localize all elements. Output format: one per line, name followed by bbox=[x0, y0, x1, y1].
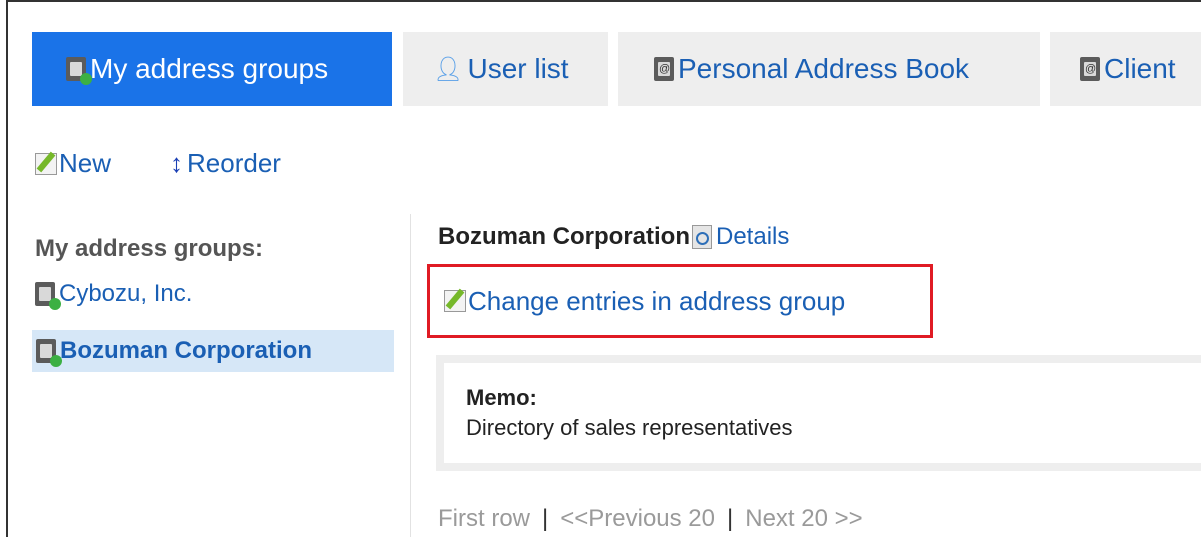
new-button[interactable]: New bbox=[35, 148, 111, 179]
sidebar-item-bozuman[interactable]: Bozuman Corporation bbox=[32, 330, 394, 372]
tab-label: Personal Address Book bbox=[678, 53, 970, 84]
change-entries-link[interactable]: Change entries in address group bbox=[427, 264, 933, 338]
memo-text: Directory of sales representatives bbox=[466, 415, 793, 440]
tab-label: User list bbox=[467, 53, 569, 84]
edit-icon bbox=[444, 290, 466, 312]
group-title: Bozuman Corporation Details bbox=[438, 223, 789, 251]
pager-separator: | bbox=[542, 505, 549, 532]
reorder-button[interactable]: ↕ Reorder bbox=[170, 148, 281, 179]
tab-my-address-groups[interactable]: My address groups bbox=[32, 32, 392, 106]
address-group-icon bbox=[36, 339, 62, 367]
tab-personal-address-book[interactable]: @ Personal Address Book bbox=[618, 32, 1040, 106]
tab-label: My address groups bbox=[90, 53, 329, 84]
column-divider bbox=[410, 214, 411, 537]
address-group-icon bbox=[35, 282, 61, 310]
reorder-label: Reorder bbox=[187, 148, 281, 178]
pager-first: First row bbox=[438, 505, 530, 532]
tab-user-list[interactable]: 👤︎ User list bbox=[403, 32, 608, 106]
edit-icon bbox=[35, 152, 57, 175]
reorder-icon: ↕ bbox=[170, 148, 183, 178]
sidebar-item-cybozu[interactable]: Cybozu, Inc. bbox=[35, 280, 193, 310]
tab-client[interactable]: @ Client bbox=[1050, 32, 1201, 106]
change-entries-label: Change entries in address group bbox=[468, 285, 846, 316]
pager-next: Next 20 >> bbox=[745, 505, 863, 532]
pager: First row | <<Previous 20 | Next 20 >> bbox=[438, 505, 863, 533]
memo-label: Memo: bbox=[466, 385, 537, 410]
tab-label: Client bbox=[1104, 53, 1176, 84]
group-label: Bozuman Corporation bbox=[60, 337, 312, 364]
sidebar-title: My address groups: bbox=[35, 235, 264, 262]
pager-separator: | bbox=[727, 505, 734, 532]
details-icon bbox=[692, 225, 712, 249]
address-book-icon: @ bbox=[1080, 57, 1100, 81]
address-group-icon bbox=[66, 57, 92, 85]
new-label: New bbox=[59, 148, 112, 178]
user-icon: 👤︎ bbox=[433, 55, 464, 83]
group-name: Bozuman Corporation bbox=[438, 223, 690, 250]
group-label: Cybozu, Inc. bbox=[59, 280, 193, 307]
details-link[interactable]: Details bbox=[716, 223, 789, 251]
address-book-icon: @ bbox=[654, 57, 674, 81]
pager-previous: <<Previous 20 bbox=[560, 505, 716, 532]
memo-panel: Memo: Directory of sales representatives bbox=[436, 355, 1201, 471]
